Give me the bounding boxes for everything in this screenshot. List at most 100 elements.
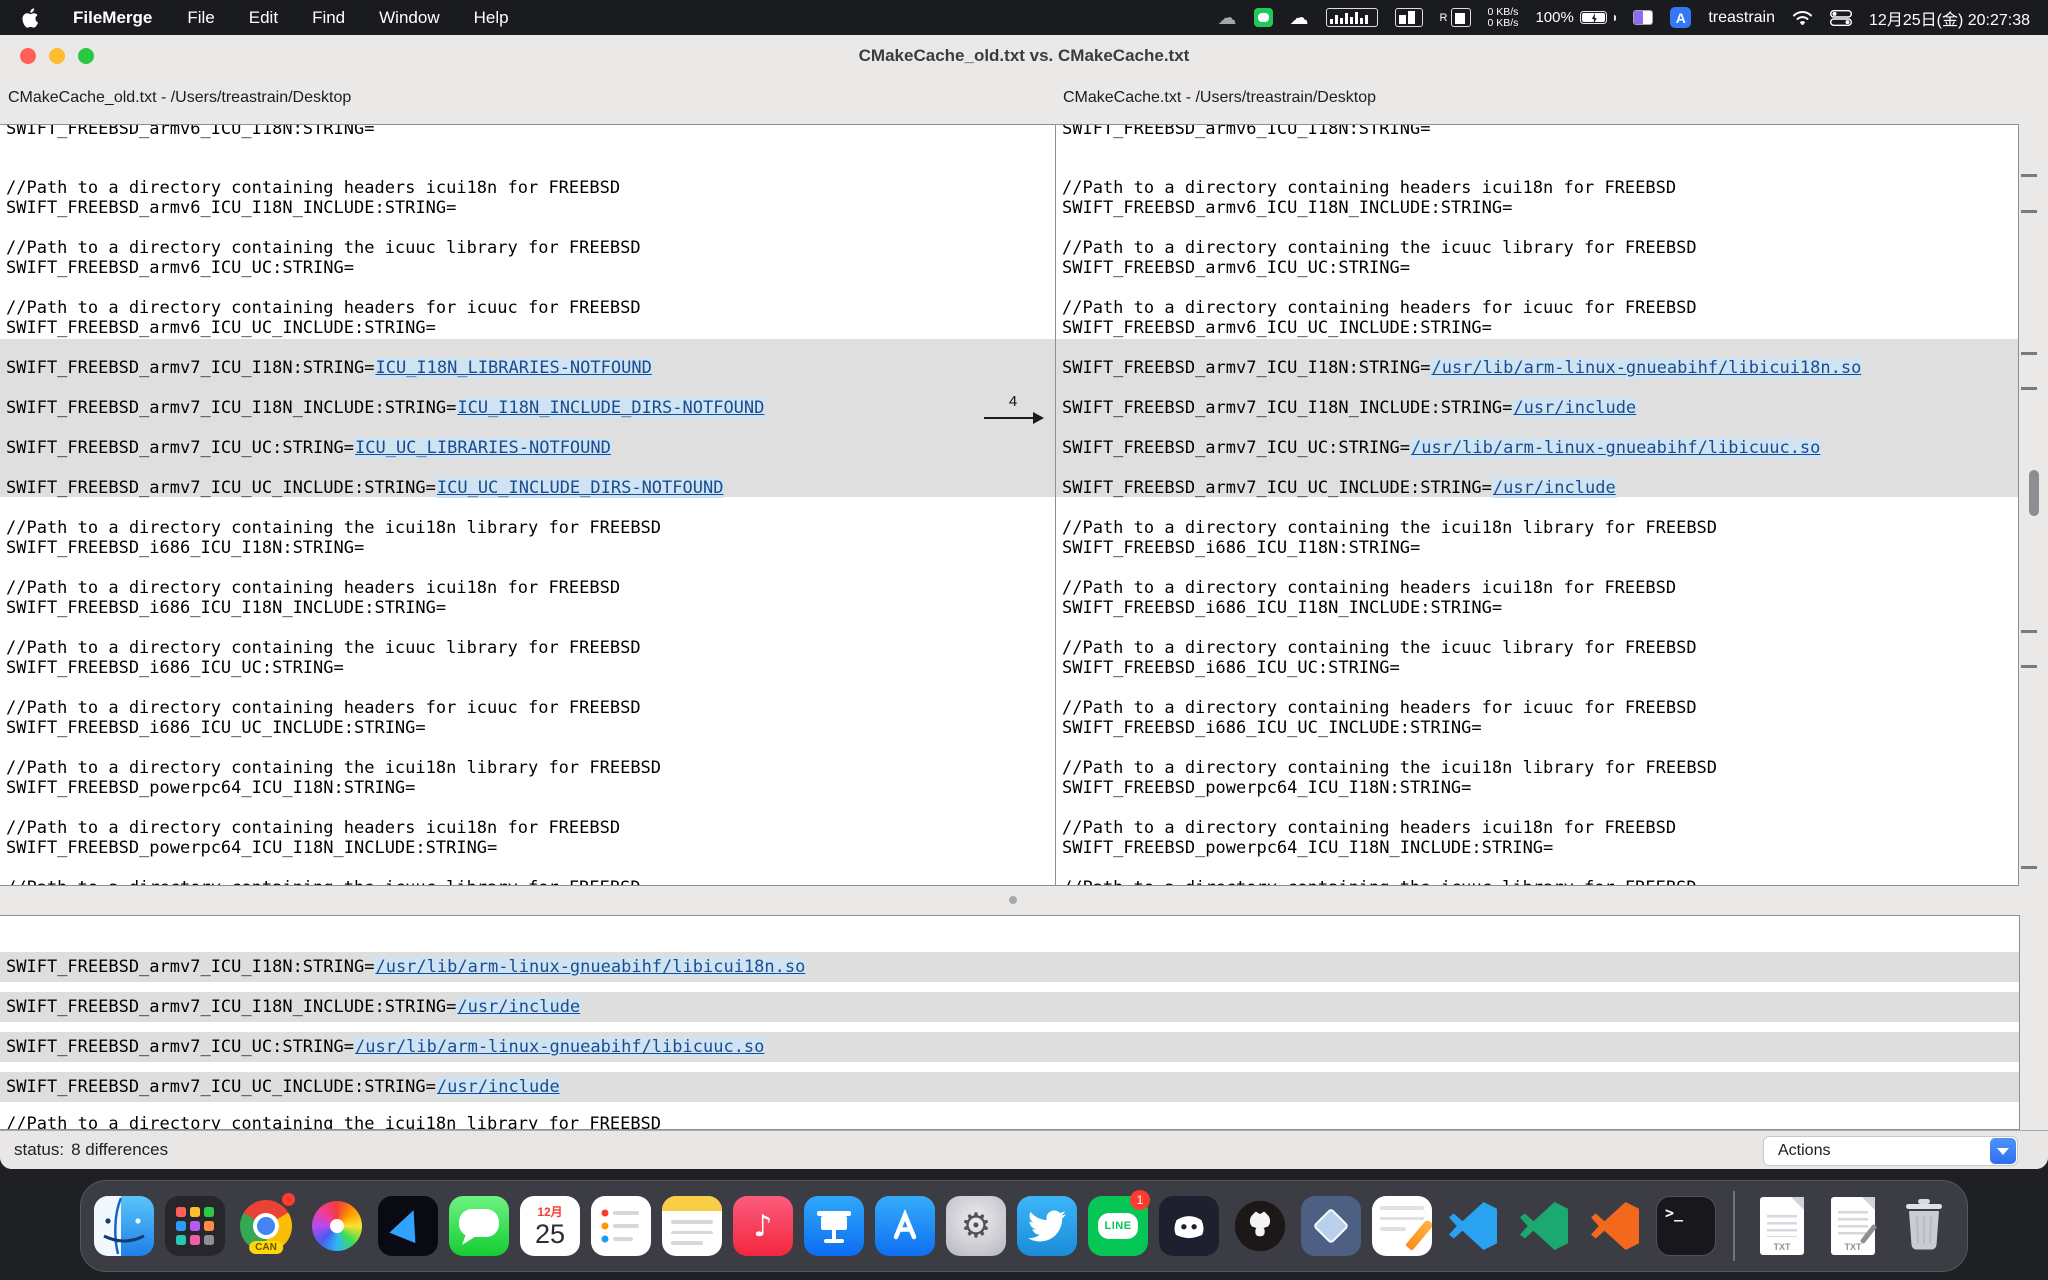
dock-item-music[interactable]: ♪	[730, 1193, 796, 1259]
code-line: //Path to a directory containing the icu…	[6, 758, 964, 778]
code-line: SWIFT_FREEBSD_armv6_ICU_UC_INCLUDE:STRIN…	[6, 318, 964, 338]
dock-item-notes[interactable]	[659, 1193, 725, 1259]
code-line: //Path to a directory containing the icu…	[6, 238, 964, 258]
diff-map-mark	[2021, 866, 2037, 869]
dock-item-txt-file[interactable]: TXT	[1749, 1193, 1815, 1259]
diff-line: SWIFT_FREEBSD_armv7_ICU_I18N:STRING=ICU_…	[6, 358, 964, 378]
code-line: SWIFT_FREEBSD_armv6_ICU_I18N:STRING=	[1062, 124, 2012, 139]
code-line: SWIFT_FREEBSD_powerpc64_ICU_I18N_INCLUDE…	[1062, 838, 2012, 858]
code-line: //Path to a directory containing the icu…	[1062, 238, 2012, 258]
dock-item-keynote[interactable]	[801, 1193, 867, 1259]
input-source[interactable]: A	[1670, 7, 1691, 28]
merged-line: SWIFT_FREEBSD_armv7_ICU_UC_INCLUDE:STRIN…	[6, 1077, 561, 1097]
dock-item-vscode-exploration[interactable]	[1582, 1193, 1648, 1259]
network-speed[interactable]: 0 KB/s0 KB/s	[1488, 7, 1519, 29]
disk-meter-icon[interactable]: R	[1440, 8, 1471, 27]
changed-value: /usr/include	[1512, 398, 1637, 418]
menu-item-edit[interactable]: Edit	[232, 8, 295, 28]
code-line: //Path to a directory containing the icu…	[1062, 518, 2012, 538]
dock-item-launchpad[interactable]	[162, 1193, 228, 1259]
window-title: CMakeCache_old.txt vs. CMakeCache.txt	[859, 46, 1190, 65]
merged-line: SWIFT_FREEBSD_armv7_ICU_I18N_INCLUDE:STR…	[6, 997, 581, 1017]
dock-item-reminders[interactable]	[588, 1193, 654, 1259]
code-line: SWIFT_FREEBSD_armv6_ICU_UC:STRING=	[6, 258, 964, 278]
merged-value: /usr/include	[436, 1077, 561, 1097]
dock-item-line[interactable]: LINE1	[1085, 1193, 1151, 1259]
wifi-icon[interactable]	[1792, 10, 1813, 26]
actions-dropdown[interactable]: Actions	[1763, 1136, 2018, 1166]
close-button[interactable]	[20, 48, 36, 64]
line-menubar-icon[interactable]	[1254, 8, 1273, 27]
changed-value: ICU_UC_INCLUDE_DIRS-NOTFOUND	[436, 478, 725, 498]
code-line: SWIFT_FREEBSD_i686_ICU_UC_INCLUDE:STRING…	[1062, 718, 2012, 738]
dock-item-pinwheel-app[interactable]	[304, 1193, 370, 1259]
menu-item-file[interactable]: File	[170, 8, 231, 28]
dock-item-system-settings[interactable]: ⚙	[943, 1193, 1009, 1259]
dock-item-twitter[interactable]	[1014, 1193, 1080, 1259]
merged-value: /usr/lib/arm-linux-gnueabihf/libicui18n.…	[374, 957, 806, 977]
menu-item-help[interactable]: Help	[457, 8, 526, 28]
code-line: //Path to a directory containing headers…	[1062, 818, 2012, 838]
icloud-icon[interactable]: ☁	[1290, 7, 1309, 29]
code-line: SWIFT_FREEBSD_powerpc64_ICU_I18N:STRING=	[1062, 778, 2012, 798]
merged-value: /usr/include	[456, 997, 581, 1017]
changed-value: ICU_I18N_LIBRARIES-NOTFOUND	[374, 358, 652, 378]
app-menu-filemerge[interactable]: FileMerge	[55, 8, 170, 28]
filemerge-window: CMakeCache_old.txt vs. CMakeCache.txt CM…	[0, 35, 2048, 1169]
chevron-down-icon	[1990, 1138, 2016, 1164]
merge-direction-arrow[interactable]	[983, 411, 1045, 430]
dock-item-chrome-canary[interactable]: CAN	[233, 1193, 299, 1259]
code-line: SWIFT_FREEBSD_armv6_ICU_I18N_INCLUDE:STR…	[6, 198, 964, 218]
window-manager-icon[interactable]	[1633, 10, 1653, 25]
merge-result-pane[interactable]: SWIFT_FREEBSD_armv7_ICU_I18N:STRING=/usr…	[0, 915, 2020, 1130]
diff-line: SWIFT_FREEBSD_armv7_ICU_I18N_INCLUDE:STR…	[1062, 398, 2012, 418]
changed-value: /usr/include	[1492, 478, 1617, 498]
zoom-button[interactable]	[78, 48, 94, 64]
dock-item-writing-app[interactable]	[1369, 1193, 1435, 1259]
dock-item-github[interactable]	[1227, 1193, 1293, 1259]
dock-item-trash[interactable]	[1891, 1193, 1957, 1259]
dock-item-textedit-file[interactable]: TXT	[1820, 1193, 1886, 1259]
code-line: //Path to a directory containing headers…	[6, 578, 964, 598]
diff-map-mark	[2021, 210, 2037, 213]
dock-item-messages[interactable]	[446, 1193, 512, 1259]
memory-meter-icon[interactable]	[1395, 8, 1423, 27]
clock[interactable]: 12月25日(金) 20:27:38	[1869, 6, 2030, 30]
code-line: //Path to a directory containing the icu…	[6, 638, 964, 658]
weather-cloud-icon[interactable]: ☁	[1218, 7, 1237, 29]
code-line: SWIFT_FREEBSD_i686_ICU_I18N:STRING=	[6, 538, 964, 558]
code-line: SWIFT_FREEBSD_i686_ICU_UC_INCLUDE:STRING…	[6, 718, 964, 738]
pane-divider[interactable]	[0, 886, 2048, 915]
changed-value: ICU_UC_LIBRARIES-NOTFOUND	[354, 438, 612, 458]
diff-map-mark	[2021, 630, 2037, 633]
user-name[interactable]: treastrain	[1708, 9, 1775, 27]
right-pane[interactable]: SWIFT_FREEBSD_armv6_ICU_I18N:STRING= //Pa…	[1055, 124, 2019, 886]
code-line: SWIFT_FREEBSD_armv6_ICU_UC_INCLUDE:STRIN…	[1062, 318, 2012, 338]
dock-item-finder[interactable]	[91, 1193, 157, 1259]
dock-item-design-app[interactable]	[1298, 1193, 1364, 1259]
cpu-history-meter-icon[interactable]	[1326, 8, 1378, 27]
battery[interactable]: 100%	[1535, 9, 1616, 26]
menu-item-find[interactable]: Find	[295, 8, 362, 28]
diff-map-mark	[2021, 665, 2037, 668]
status-value: 8 differences	[71, 1140, 168, 1160]
menu-item-window[interactable]: Window	[362, 8, 456, 28]
scrollbar-track[interactable]	[2019, 124, 2048, 886]
dock-item-developer-app[interactable]	[375, 1193, 441, 1259]
dock-item-calendar[interactable]: 12月25	[517, 1193, 583, 1259]
scrollbar-thumb[interactable]	[2029, 470, 2039, 516]
dock-item-vscode[interactable]	[1440, 1193, 1506, 1259]
code-line: //Path to a directory containing headers…	[6, 698, 964, 718]
dock-item-discord[interactable]	[1156, 1193, 1222, 1259]
title-bar[interactable]: CMakeCache_old.txt vs. CMakeCache.txt	[0, 35, 2048, 75]
dock-item-app-store[interactable]	[872, 1193, 938, 1259]
left-pane[interactable]: SWIFT_FREEBSD_armv6_ICU_I18N:STRING=//Pa…	[0, 124, 971, 886]
control-center-icon[interactable]	[1830, 10, 1852, 26]
minimize-button[interactable]	[49, 48, 65, 64]
apple-menu[interactable]	[18, 8, 55, 28]
diff-number: 4	[970, 393, 1056, 410]
dock-separator	[1733, 1191, 1735, 1261]
dock-item-terminal[interactable]: >_	[1653, 1193, 1719, 1259]
divider-handle-icon[interactable]	[1009, 896, 1017, 904]
dock-item-vscode-insiders[interactable]	[1511, 1193, 1577, 1259]
